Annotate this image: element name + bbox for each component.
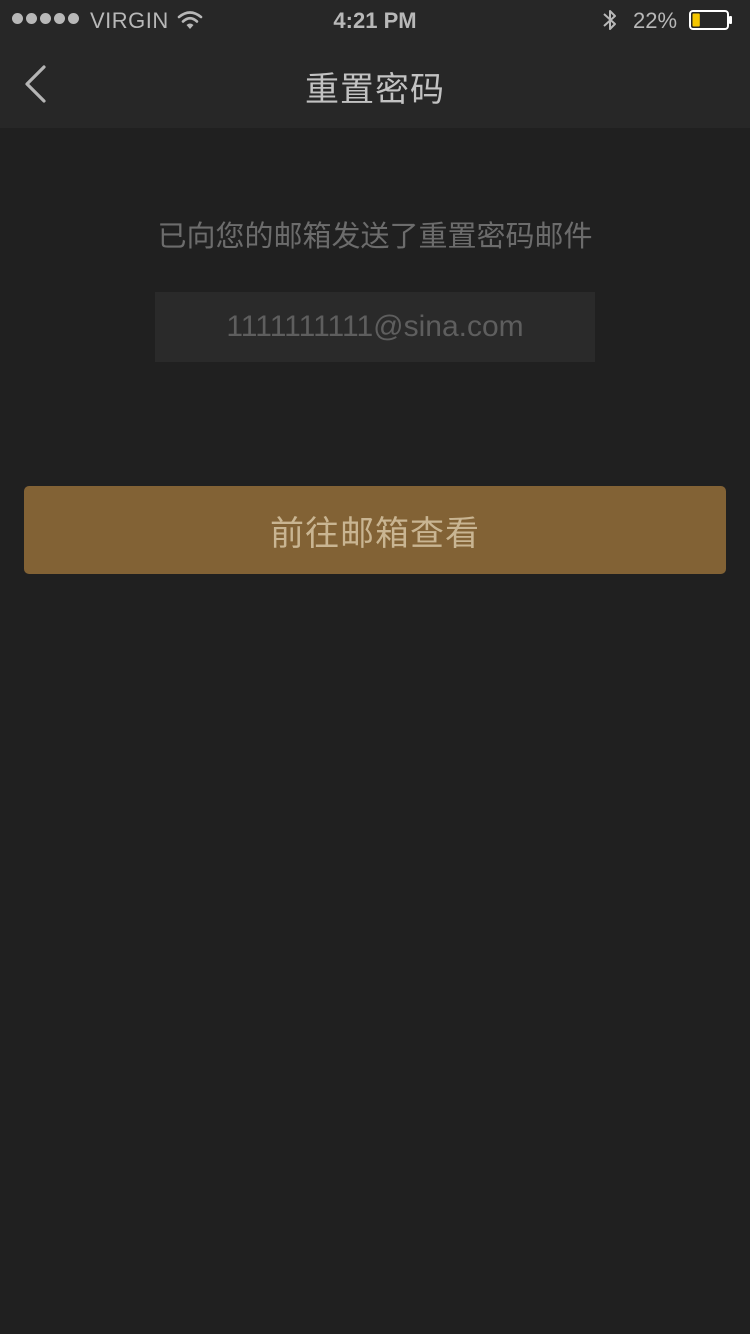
battery-icon [689,10,732,30]
battery-percent: 22% [633,8,678,33]
status-bar: VIRGIN 4:21 PM 22% [0,0,750,40]
email-address: 1111111111@sina.com [226,310,524,343]
reset-password-screen: VIRGIN 4:21 PM 22% 重置密码 已向您的邮箱发送了重置密码邮件 … [0,0,750,1334]
email-display: 1111111111@sina.com [155,292,595,362]
go-to-mailbox-label: 前往邮箱查看 [270,514,480,553]
reset-email-sent-message: 已向您的邮箱发送了重置密码邮件 [157,221,593,253]
go-to-mailbox-button[interactable]: 前往邮箱查看 [24,486,726,574]
page-title: 重置密码 [305,71,445,109]
bluetooth-icon [603,10,616,30]
